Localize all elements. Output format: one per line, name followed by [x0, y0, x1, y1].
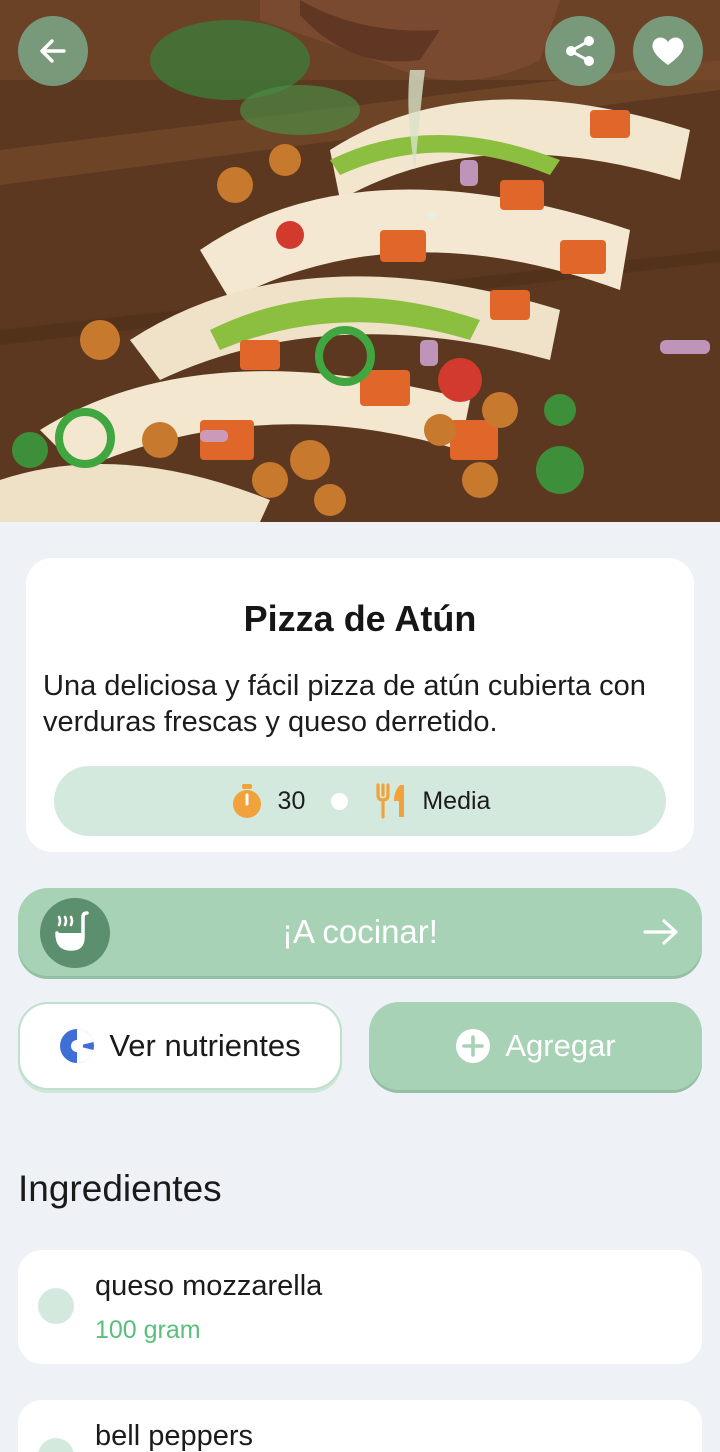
- view-nutrients-button[interactable]: Ver nutrientes: [18, 1002, 342, 1090]
- ingredient-name: bell peppers: [95, 1420, 253, 1452]
- share-button[interactable]: [545, 16, 615, 86]
- ingredient-name: queso mozzarella: [95, 1270, 323, 1302]
- arrow-left-icon: [40, 39, 66, 63]
- favorite-button[interactable]: [633, 16, 703, 86]
- add-button[interactable]: Agregar: [369, 1002, 702, 1090]
- recipe-hero-image: [0, 0, 720, 522]
- share-icon: [566, 36, 594, 66]
- start-cooking-label: ¡A cocinar!: [282, 913, 438, 950]
- arrow-right-icon: [643, 919, 678, 945]
- plus-circle-icon: [456, 1029, 491, 1063]
- recipe-description: Una deliciosa y fácil pizza de atún cubi…: [43, 670, 646, 738]
- cooking-time: 30: [277, 786, 306, 815]
- difficulty-level: Media: [422, 786, 491, 815]
- heart-icon: [652, 37, 684, 65]
- recipe-title: Pizza de Atún: [243, 598, 477, 639]
- nutrients-chart-icon: [60, 1029, 95, 1063]
- ingredient-check-circle[interactable]: [38, 1438, 74, 1452]
- back-button[interactable]: [18, 16, 88, 86]
- ingredient-item[interactable]: queso mozzarella 100 gram: [18, 1250, 702, 1364]
- recipe-meta-pill: 30 Media: [54, 766, 666, 836]
- start-cooking-button[interactable]: ¡A cocinar!: [18, 888, 702, 976]
- add-label: Agregar: [505, 1028, 616, 1063]
- ingredient-quantity: 100 gram: [95, 1316, 201, 1344]
- recipe-info-card: Pizza de Atún Una deliciosa y fácil pizz…: [26, 558, 694, 852]
- ingredient-item[interactable]: bell peppers: [18, 1400, 702, 1452]
- view-nutrients-label: Ver nutrientes: [109, 1028, 301, 1063]
- ingredients-heading: Ingredientes: [18, 1168, 222, 1209]
- separator-dot: [331, 792, 349, 810]
- cutlery-icon: [376, 783, 405, 819]
- ingredient-check-circle[interactable]: [38, 1288, 74, 1324]
- timer-icon: [232, 784, 261, 818]
- taco-photo: [0, 0, 720, 522]
